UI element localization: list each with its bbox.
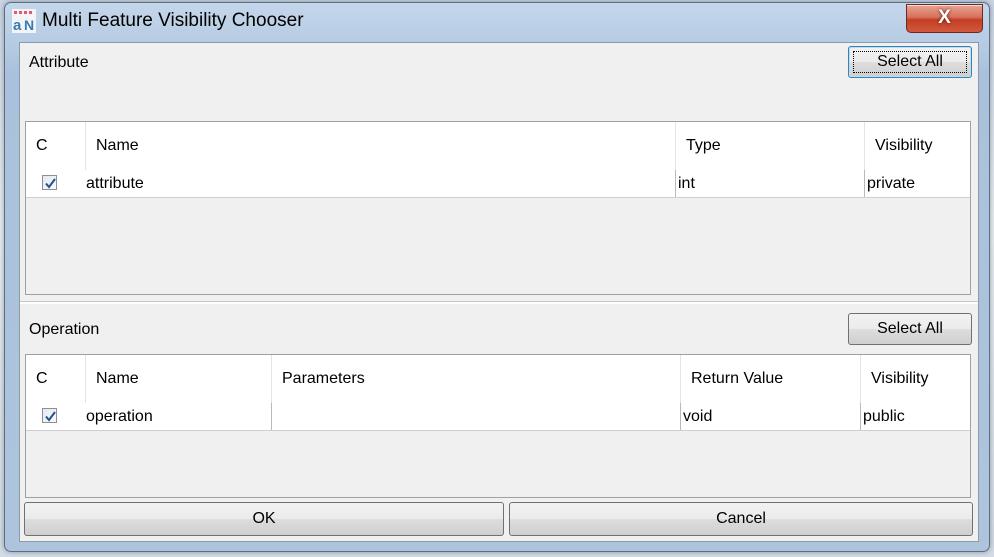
attribute-row-checkbox[interactable] <box>42 175 57 190</box>
operation-row-return-value[interactable]: void <box>681 403 861 430</box>
attribute-section-label: Attribute <box>29 54 89 71</box>
operation-row-name[interactable]: operation <box>86 403 272 430</box>
svg-text:a: a <box>13 17 22 33</box>
attribute-select-all-button[interactable]: Select All <box>848 46 972 78</box>
close-button[interactable]: X <box>906 4 983 33</box>
focus-ring <box>853 51 967 73</box>
attribute-row-checkbox-cell <box>26 170 86 197</box>
operation-table-header: C Name Parameters Return Value Visibilit… <box>26 355 970 404</box>
attribute-table: C Name Type Visibility attribute int pri… <box>25 121 971 295</box>
attribute-col-name[interactable]: Name <box>86 122 676 170</box>
operation-section-label: Operation <box>29 321 100 338</box>
operation-section-header: Operation Select All <box>23 310 973 349</box>
table-row[interactable]: operation void public <box>26 403 970 431</box>
operation-select-all-button[interactable]: Select All <box>848 313 972 345</box>
operation-col-visibility[interactable]: Visibility <box>861 355 970 403</box>
attribute-row-name[interactable]: attribute <box>86 170 676 197</box>
close-icon: X <box>938 7 951 28</box>
attribute-col-visibility[interactable]: Visibility <box>865 122 970 170</box>
operation-select-all-label: Select All <box>877 320 943 337</box>
attribute-row-type[interactable]: int <box>676 170 865 197</box>
operation-col-name[interactable]: Name <box>86 355 272 403</box>
operation-row-parameters[interactable] <box>272 403 681 430</box>
attribute-row-visibility[interactable]: private <box>865 170 970 197</box>
operation-col-checked[interactable]: C <box>26 355 86 403</box>
ok-button-label: OK <box>252 510 276 527</box>
section-divider[interactable] <box>20 301 978 304</box>
attribute-section-header: Attribute Select All <box>23 43 973 82</box>
operation-row-visibility[interactable]: public <box>861 403 970 430</box>
operation-row-checkbox[interactable] <box>42 408 57 423</box>
ok-button[interactable]: OK <box>24 502 504 536</box>
dialog-window: a N Multi Feature Visibility Chooser X A… <box>4 2 990 552</box>
operation-table: C Name Parameters Return Value Visibilit… <box>25 354 971 498</box>
attribute-table-header: C Name Type Visibility <box>26 122 970 171</box>
svg-text:N: N <box>24 17 34 33</box>
title-bar[interactable]: a N Multi Feature Visibility Chooser X <box>5 3 989 37</box>
window-title: Multi Feature Visibility Chooser <box>42 10 304 31</box>
app-icon: a N <box>12 9 36 34</box>
cancel-button[interactable]: Cancel <box>509 502 973 536</box>
dialog-content: Attribute Select All C Name Type Visibil… <box>19 42 979 542</box>
operation-row-checkbox-cell <box>26 403 86 430</box>
attribute-col-type[interactable]: Type <box>676 122 865 170</box>
operation-col-return-value[interactable]: Return Value <box>681 355 861 403</box>
table-row[interactable]: attribute int private <box>26 170 970 198</box>
cancel-button-label: Cancel <box>716 510 766 527</box>
attribute-col-checked[interactable]: C <box>26 122 86 170</box>
operation-col-parameters[interactable]: Parameters <box>272 355 681 403</box>
